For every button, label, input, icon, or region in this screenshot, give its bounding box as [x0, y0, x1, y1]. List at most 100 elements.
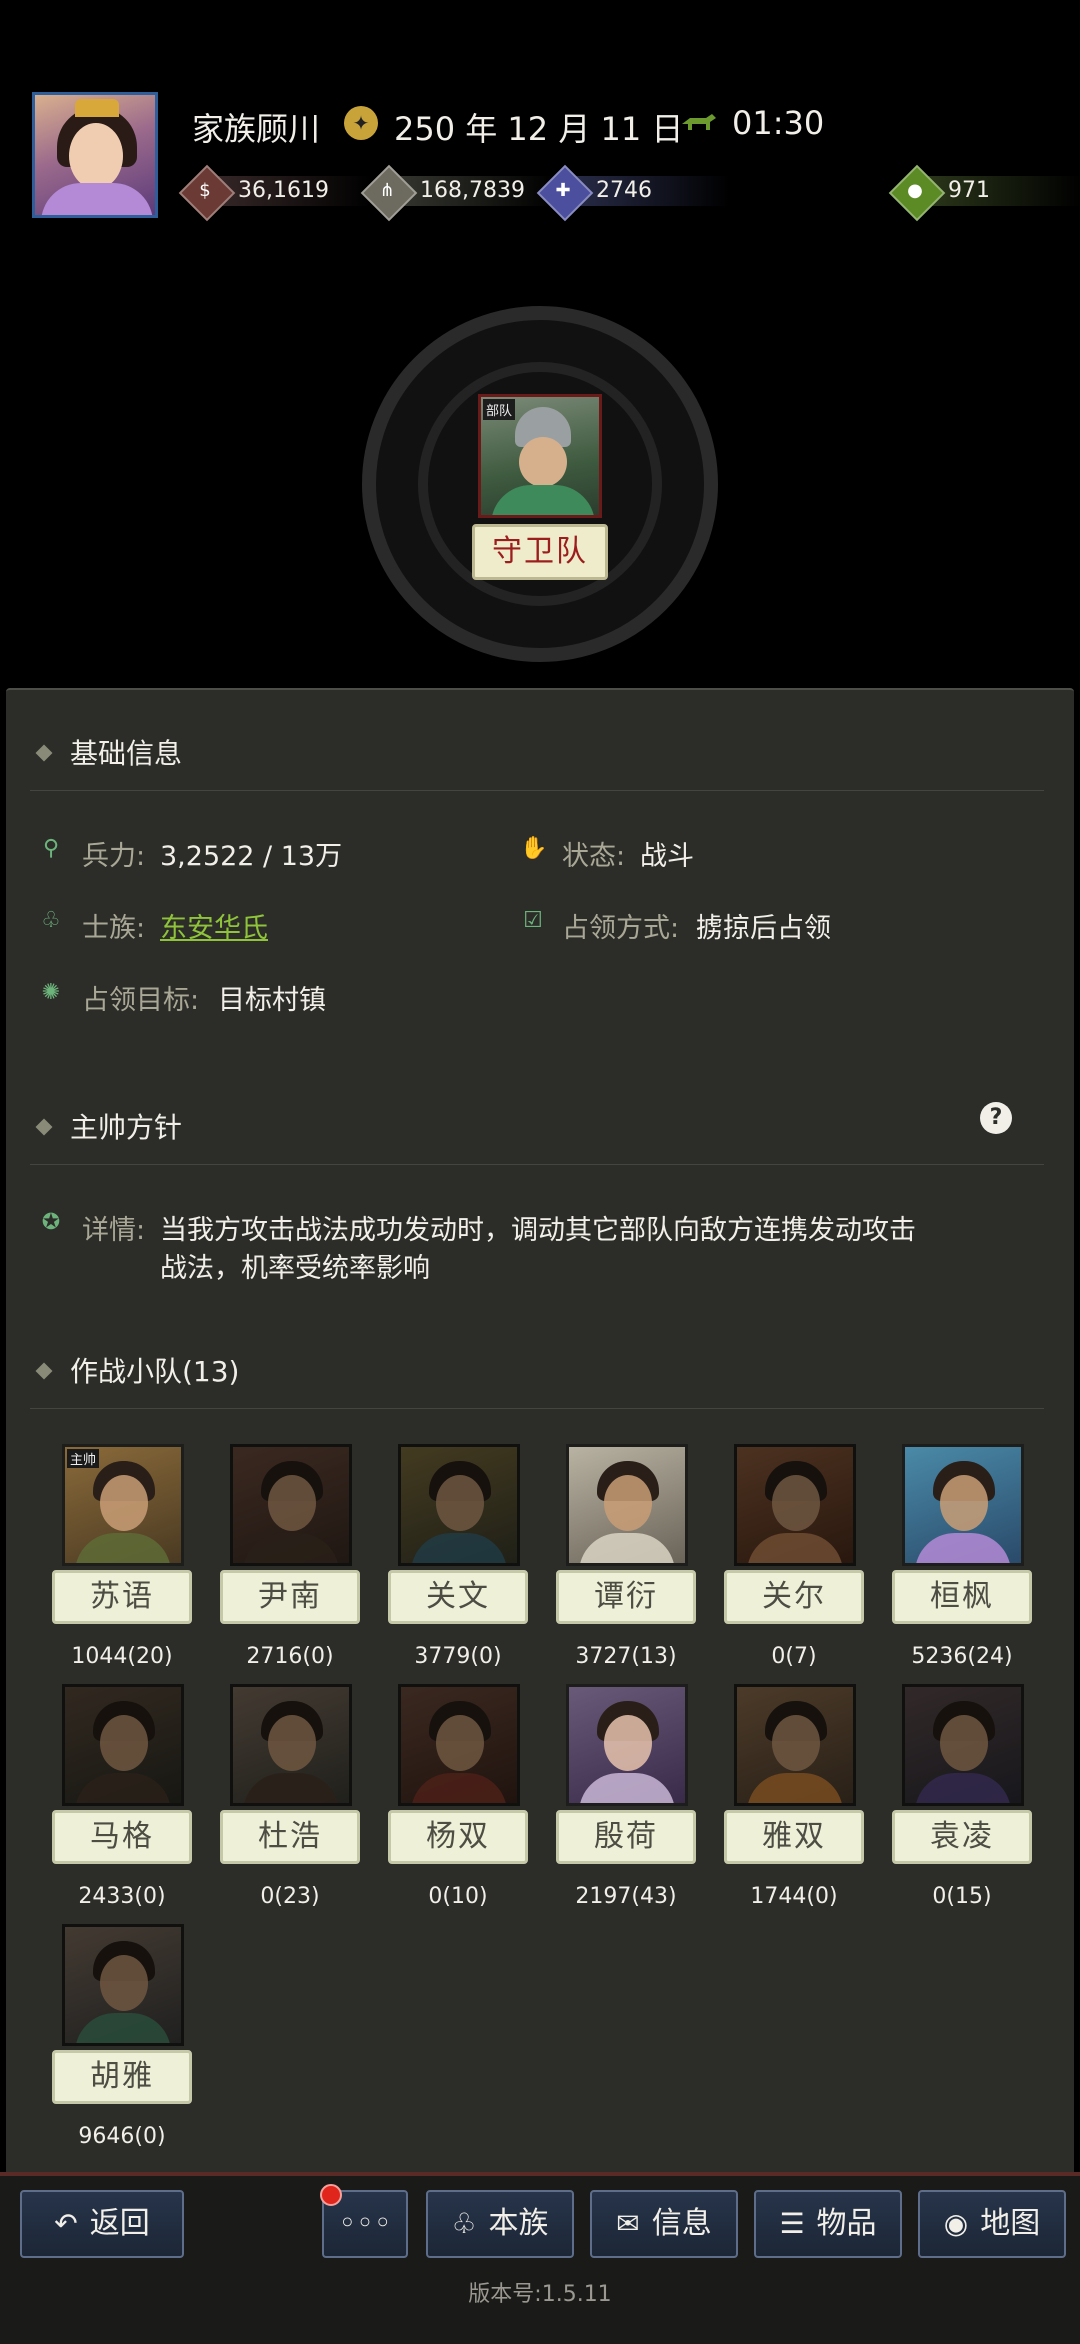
chat-icon: ✉ [616, 2207, 640, 2240]
back-arrow-icon: ↶ [54, 2207, 78, 2240]
member-portrait [734, 1684, 856, 1806]
member-troops: 0(7) [771, 1644, 817, 1669]
squad-member-card[interactable]: 胡雅 9646(0) [52, 1924, 192, 2149]
squad-member-card[interactable]: 雅双 1744(0) [724, 1684, 864, 1909]
member-troops: 2433(0) [78, 1884, 166, 1909]
divider [30, 790, 1044, 791]
more-icon: ◦◦◦ [338, 2206, 392, 2241]
member-troops: 3779(0) [414, 1644, 502, 1669]
member-portrait [62, 1924, 184, 2046]
occupy-target-value: 目标村镇 [218, 985, 326, 1016]
divider [30, 1408, 1044, 1409]
grain-icon: ⋔ [379, 180, 395, 201]
status-icon: ✋ [520, 836, 548, 861]
member-name: 胡雅 [52, 2050, 192, 2104]
member-troops: 1744(0) [750, 1884, 838, 1909]
member-troops: 0(23) [260, 1884, 320, 1909]
member-portrait [230, 1444, 352, 1566]
member-troops: 0(10) [428, 1884, 488, 1909]
player-avatar[interactable] [32, 92, 158, 218]
member-name: 杜浩 [220, 1810, 360, 1864]
divider [30, 1164, 1044, 1165]
status-label: 状态: [562, 841, 626, 872]
person-icon: ⚲ [42, 836, 60, 861]
member-name: 马格 [52, 1810, 192, 1864]
member-name: 袁凌 [892, 1810, 1032, 1864]
squad-member-card[interactable]: 杜浩 0(23) [220, 1684, 360, 1909]
member-name: 关文 [388, 1570, 528, 1624]
detail-label: 详情: [82, 1215, 146, 1246]
troops-label: 兵力: [82, 841, 146, 872]
resource-value: 168,7839 [420, 178, 525, 203]
squad-member-card[interactable]: 桓枫 5236(24) [892, 1444, 1032, 1669]
status-value: 战斗 [640, 841, 694, 872]
diamond-icon [35, 744, 53, 762]
clan-link[interactable]: 东安华氏 [160, 906, 268, 945]
squad-member-card[interactable]: 关文 3779(0) [388, 1444, 528, 1669]
squad-member-card[interactable]: 杨双 0(10) [388, 1684, 528, 1909]
troops-value: 3,2522 / 13万 [160, 841, 343, 872]
clan-button[interactable]: ♧ 本族 [426, 2190, 574, 2258]
squad-member-card[interactable]: 主帅 苏语 1044(20) [52, 1444, 192, 1669]
unit-portrait[interactable]: 部队 [478, 394, 602, 518]
strategy-title: 主帅方针 [30, 1106, 182, 1146]
back-button[interactable]: ↶ 返回 [20, 2190, 184, 2258]
diamond-icon [35, 1362, 53, 1380]
notification-dot [320, 2184, 342, 2206]
checklist-icon: ☑ [523, 908, 543, 933]
coin-icon: $ [199, 180, 211, 201]
bag-icon: ☰ [779, 2207, 805, 2240]
member-name: 关尔 [724, 1570, 864, 1624]
member-portrait [902, 1684, 1024, 1806]
info-button[interactable]: ✉ 信息 [590, 2190, 738, 2258]
money-bag-icon: ● [907, 180, 923, 201]
member-troops: 2716(0) [246, 1644, 334, 1669]
occupy-target-label: 占领目标: [82, 985, 200, 1016]
member-name: 雅双 [724, 1810, 864, 1864]
member-portrait [398, 1444, 520, 1566]
squad-member-card[interactable]: 尹南 2716(0) [220, 1444, 360, 1669]
calendar-icon: ✦ [344, 106, 378, 140]
member-troops: 1044(20) [71, 1644, 173, 1669]
unit-name: 守卫队 [472, 524, 608, 580]
member-portrait [398, 1684, 520, 1806]
squad-member-card[interactable]: 关尔 0(7) [724, 1444, 864, 1669]
member-portrait [62, 1684, 184, 1806]
member-name: 谭衍 [556, 1570, 696, 1624]
clan-icon: ♧ [451, 2207, 477, 2240]
squad-member-card[interactable]: 马格 2433(0) [52, 1684, 192, 1909]
horse-icon [682, 114, 716, 130]
member-troops: 9646(0) [78, 2124, 166, 2149]
member-name: 苏语 [52, 1570, 192, 1624]
member-name: 桓枫 [892, 1570, 1032, 1624]
member-portrait: 主帅 [62, 1444, 184, 1566]
member-name: 殷荷 [556, 1810, 696, 1864]
squad-member-card[interactable]: 谭衍 3727(13) [556, 1444, 696, 1669]
detail-line-2: 战法，机率受统率影响 [160, 1253, 430, 1284]
items-button[interactable]: ☰ 物品 [754, 2190, 902, 2258]
diamond-icon [35, 1118, 53, 1136]
soldier-icon: ✚ [555, 180, 571, 201]
family-name: 家族顾川 [192, 110, 321, 148]
occupy-mode-label: 占领方式: [562, 913, 680, 944]
member-portrait [734, 1444, 856, 1566]
resource-value: 36,1619 [238, 178, 329, 203]
basic-info-title: 基础信息 [30, 732, 182, 772]
clan-label: 士族: [82, 913, 146, 944]
member-portrait [230, 1684, 352, 1806]
squad-member-card[interactable]: 袁凌 0(15) [892, 1684, 1032, 1909]
map-button[interactable]: ◉ 地图 [918, 2190, 1066, 2258]
member-name: 杨双 [388, 1810, 528, 1864]
member-troops: 3727(13) [575, 1644, 677, 1669]
clan-icon: ♧ [41, 908, 61, 933]
strategy-icon: ✪ [41, 1210, 61, 1235]
member-troops: 5236(24) [911, 1644, 1013, 1669]
unit-tag: 部队 [483, 399, 516, 420]
squad-member-card[interactable]: 殷荷 2197(43) [556, 1684, 696, 1909]
help-icon[interactable]: ? [980, 1102, 1012, 1134]
squad-title: 作战小队(13) [30, 1350, 239, 1390]
member-portrait [566, 1684, 688, 1806]
game-date: 250 年 12 月 11 日 [394, 110, 684, 148]
member-name: 尹南 [220, 1570, 360, 1624]
occupy-mode-value: 掳掠后占领 [696, 913, 831, 944]
